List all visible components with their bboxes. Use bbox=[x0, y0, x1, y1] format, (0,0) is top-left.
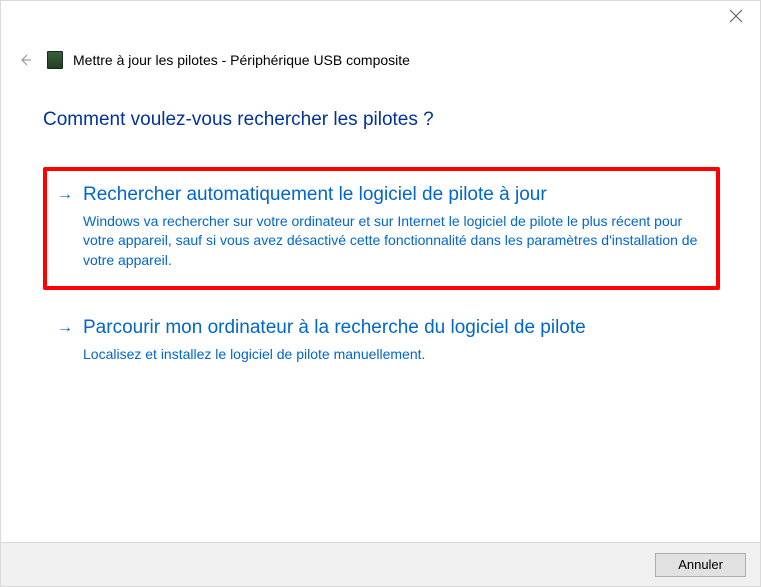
option-body: Rechercher automatiquement le logiciel d… bbox=[83, 183, 700, 270]
arrow-right-icon: → bbox=[57, 319, 73, 337]
option-browse-computer[interactable]: → Parcourir mon ordinateur à la recherch… bbox=[43, 304, 720, 380]
close-button[interactable] bbox=[728, 8, 744, 24]
option-description: Windows va rechercher sur votre ordinate… bbox=[83, 212, 700, 271]
option-title: Parcourir mon ordinateur à la recherche … bbox=[83, 316, 704, 341]
title-bar bbox=[1, 1, 760, 31]
option-search-automatically[interactable]: → Rechercher automatiquement le logiciel… bbox=[43, 167, 720, 290]
back-button[interactable] bbox=[15, 50, 35, 70]
update-driver-window: Mettre à jour les pilotes - Périphérique… bbox=[0, 0, 761, 587]
close-icon bbox=[728, 8, 744, 24]
cancel-button[interactable]: Annuler bbox=[655, 553, 746, 577]
footer-bar: Annuler bbox=[1, 542, 760, 586]
option-description: Localisez et installez le logiciel de pi… bbox=[83, 345, 704, 365]
option-title: Rechercher automatiquement le logiciel d… bbox=[83, 183, 700, 208]
wizard-header: Mettre à jour les pilotes - Périphérique… bbox=[15, 47, 746, 73]
content-area: Comment voulez-vous rechercher les pilot… bbox=[43, 109, 720, 395]
back-arrow-icon bbox=[17, 52, 33, 68]
option-body: Parcourir mon ordinateur à la recherche … bbox=[83, 316, 704, 364]
device-icon bbox=[47, 51, 63, 69]
question-heading: Comment voulez-vous rechercher les pilot… bbox=[43, 109, 720, 131]
page-title: Mettre à jour les pilotes - Périphérique… bbox=[73, 52, 410, 68]
arrow-right-icon: → bbox=[57, 186, 73, 204]
